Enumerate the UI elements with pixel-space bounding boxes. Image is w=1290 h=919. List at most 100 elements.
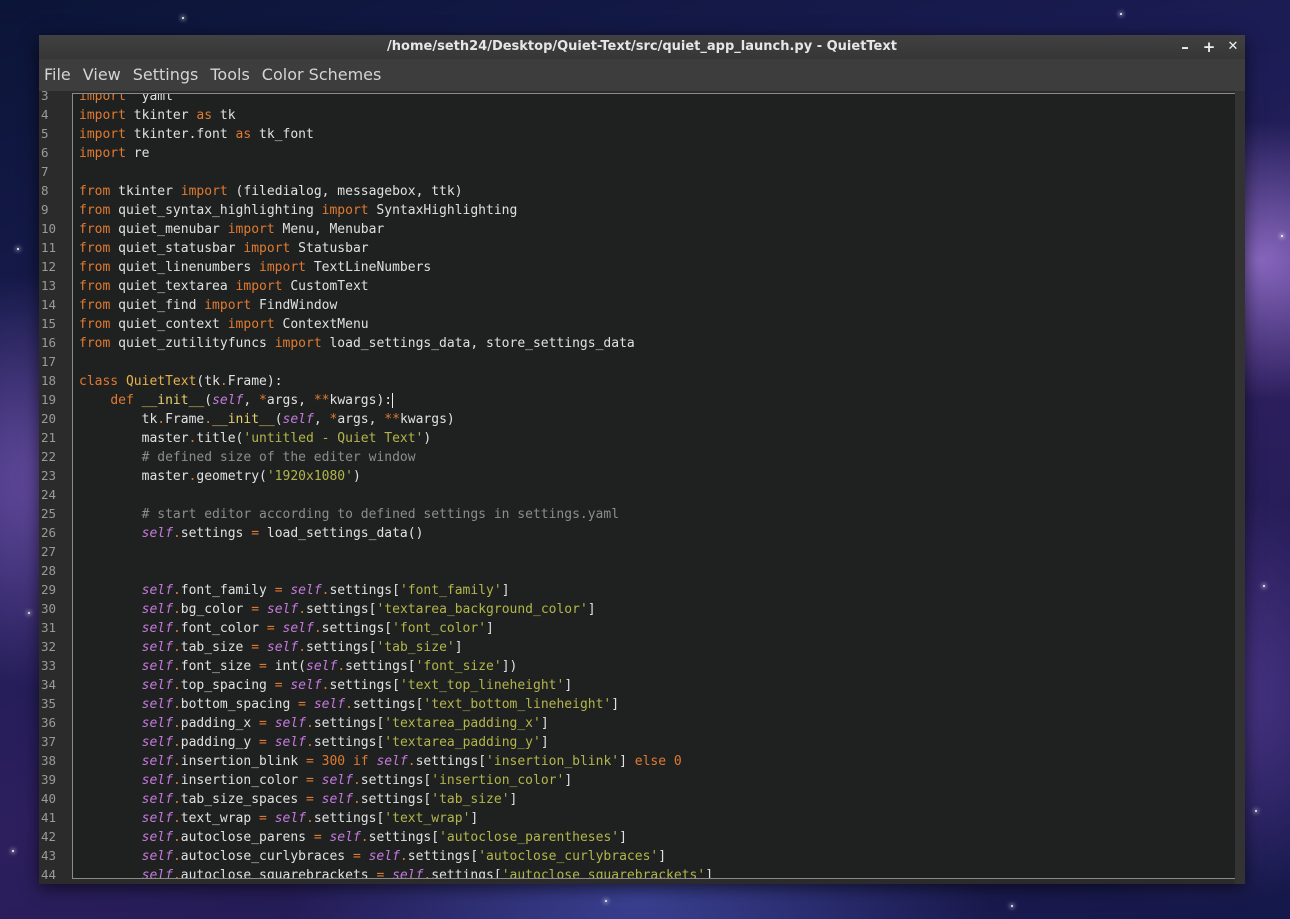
code-token: self [141, 526, 173, 541]
line-number: 40 [41, 791, 57, 806]
code-token: . [172, 849, 181, 864]
menu-settings[interactable]: Settings [128, 59, 206, 91]
star [1281, 235, 1283, 237]
minimize-button[interactable]: – [1174, 35, 1196, 59]
code-token: . [172, 773, 181, 788]
code-token: from [79, 203, 111, 218]
code-token: import [259, 260, 306, 275]
code-token: = [259, 659, 267, 674]
code-token: geometry( [196, 469, 267, 484]
code-token: settings[ [407, 849, 479, 864]
code-token: self [306, 659, 338, 674]
code-token: load_settings_data() [259, 526, 424, 541]
line-number-gutter: 3 4 5 6 7 8 9 10 11 12 13 14 15 16 17 18 19 20 21 22 23 24 25 2… [39, 91, 72, 884]
code-token: tab_size [180, 640, 252, 655]
code-token: __init__ [212, 412, 275, 427]
code-token: . [172, 678, 181, 693]
code-token: tk [212, 108, 236, 123]
star [1120, 13, 1122, 15]
window-title: /home/seth24/Desktop/Quiet-Text/src/quie… [387, 39, 897, 54]
code-line: tk.Frame.__init__(self, *args, **kwargs) [73, 410, 1235, 429]
code-token: settings[ [368, 830, 440, 845]
line-number: 36 [41, 715, 57, 730]
code-token: ] [611, 697, 620, 712]
code-token: tkinter.font [125, 127, 236, 142]
code-token: ** [313, 393, 330, 408]
code-token: font_family [180, 583, 275, 598]
star [12, 850, 14, 852]
code-token: title( [196, 431, 244, 446]
code-token: self [321, 792, 353, 807]
code-token: self [141, 640, 173, 655]
code-token: settings[ [313, 811, 385, 826]
maximize-button[interactable]: + [1198, 35, 1220, 59]
line-number: 17 [41, 354, 57, 369]
menu-tools[interactable]: Tools [205, 59, 256, 91]
code-token: self [376, 754, 408, 769]
code-token: self [141, 849, 173, 864]
line-number: 28 [41, 563, 57, 578]
code-token: . [204, 412, 213, 427]
code-line: self.font_color = self.settings['font_co… [73, 619, 1235, 638]
menu-color-schemes[interactable]: Color Schemes [257, 59, 389, 91]
code-token: settings[ [306, 640, 377, 655]
code-line: import yaml [73, 93, 1235, 106]
code-token: settings[ [360, 773, 432, 788]
code-token: import [79, 108, 126, 123]
code-token: tkinter [125, 108, 197, 123]
code-token: from [79, 222, 111, 237]
menu-file[interactable]: File [39, 59, 78, 91]
code-token: 'textarea_padding_x' [384, 716, 541, 731]
code-token: self [141, 830, 173, 845]
code-token: '1920x1080' [266, 469, 353, 484]
vertical-scrollbar[interactable] [1235, 91, 1245, 884]
title-bar[interactable]: /home/seth24/Desktop/Quiet-Text/src/quie… [39, 35, 1245, 59]
code-token: = [251, 602, 260, 617]
code-textarea[interactable]: import yaml import tkinter as tk import tk… [72, 93, 1236, 879]
code-token: self [321, 773, 353, 788]
close-button[interactable]: ✕ [1222, 35, 1244, 59]
code-token: def [110, 393, 134, 408]
line-number: 33 [41, 658, 57, 673]
code-token: settings [180, 526, 252, 541]
star [605, 900, 607, 902]
code-token: master [79, 469, 189, 484]
code-token: self [392, 868, 424, 879]
code-token: settings[ [345, 659, 416, 674]
code-token: self [274, 735, 307, 750]
code-token: import [79, 93, 126, 104]
code-token: . [306, 735, 314, 750]
line-number: 14 [41, 297, 57, 312]
line-number: 39 [41, 772, 57, 787]
code-token: . [172, 830, 181, 845]
code-token: re [125, 146, 150, 161]
code-token: self [141, 773, 173, 788]
code-token: import [243, 241, 291, 256]
code-token: settings[ [329, 678, 400, 693]
code-token: . [172, 811, 181, 826]
code-token: 300 [321, 754, 346, 769]
code-token: ContextMenu [274, 317, 369, 332]
menu-view[interactable]: View [78, 59, 128, 91]
editor-panel: 3 4 5 6 7 8 9 10 11 12 13 14 15 16 17 18 19 20 21 22 23 24 25 2… [39, 91, 1245, 884]
code-token: self [274, 811, 307, 826]
code-token: settings[ [306, 602, 377, 617]
code-token: 'text_wrap' [384, 811, 471, 826]
code-token: . [172, 659, 181, 674]
code-token: args, [337, 412, 385, 427]
